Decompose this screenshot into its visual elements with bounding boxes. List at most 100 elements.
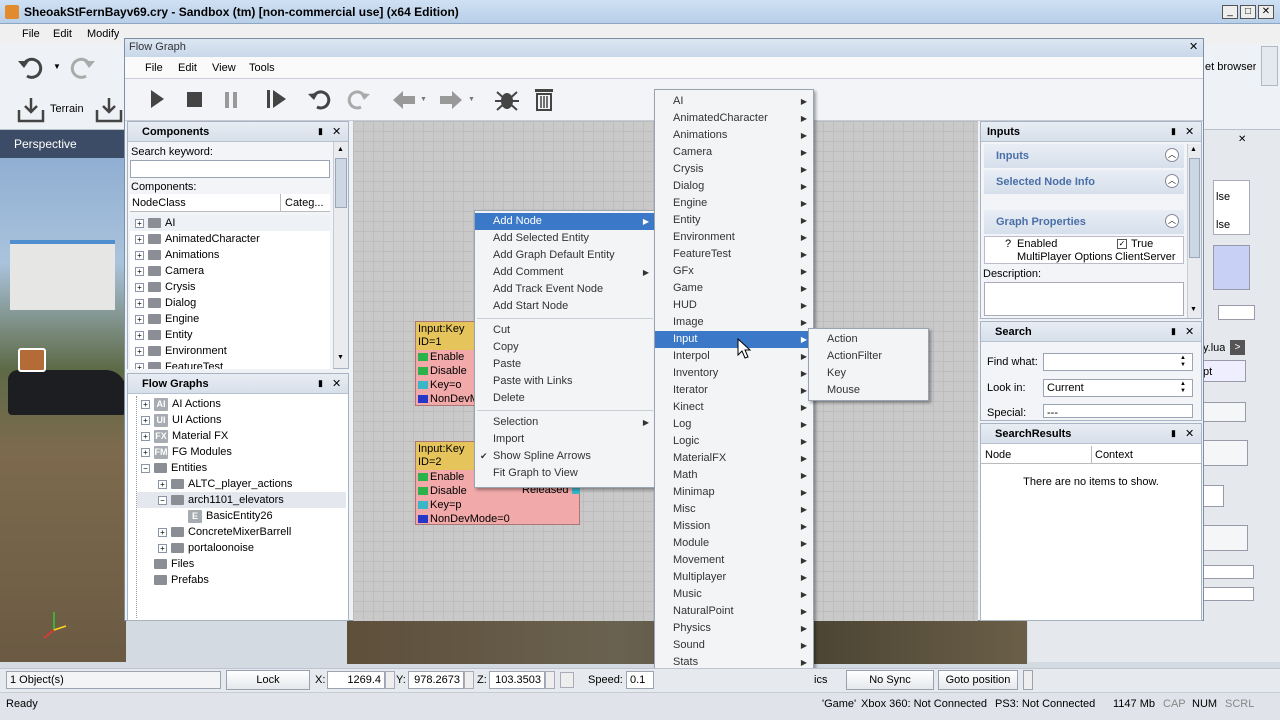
description-box[interactable] bbox=[984, 282, 1184, 316]
category-item[interactable]: Minimap ▶ bbox=[655, 484, 813, 501]
input-node-item[interactable]: Action bbox=[809, 331, 928, 348]
expand-icon[interactable]: + bbox=[135, 250, 144, 260]
expand-icon[interactable]: + bbox=[141, 399, 150, 409]
find-what-input[interactable] bbox=[1043, 353, 1193, 371]
find-dropdown-icon[interactable]: ▲ ▼ bbox=[1180, 355, 1186, 369]
fg-redo-icon[interactable] bbox=[344, 86, 372, 114]
stop-icon[interactable] bbox=[186, 91, 204, 109]
category-item[interactable]: Interpol ▶ bbox=[655, 348, 813, 365]
input-node-item[interactable]: Mouse bbox=[809, 382, 928, 399]
look-in-select[interactable]: Current bbox=[1043, 379, 1193, 397]
category-item[interactable]: NaturalPoint ▶ bbox=[655, 603, 813, 620]
section-selected-node-info[interactable]: Selected Node Info bbox=[984, 170, 1184, 194]
results-close-icon[interactable]: ✕ bbox=[1185, 427, 1194, 440]
inputs-close-icon[interactable]: ✕ bbox=[1185, 125, 1194, 138]
flow-graph-item[interactable]: + ALTC_player_actions bbox=[137, 476, 346, 492]
debug-icon[interactable] bbox=[493, 86, 521, 114]
context-column[interactable]: Context bbox=[1095, 449, 1133, 461]
context-menu-item[interactable]: Add Track Event Node bbox=[475, 281, 655, 298]
category-item[interactable]: AnimatedCharacter ▶ bbox=[655, 110, 813, 127]
results-pin-icon[interactable]: ▮ bbox=[1171, 428, 1176, 439]
fg-menu-view[interactable]: View bbox=[212, 62, 236, 74]
category-item[interactable]: Entity ▶ bbox=[655, 212, 813, 229]
expand-icon[interactable]: + bbox=[135, 330, 144, 340]
flow-graphs-pin-icon[interactable]: ▮ bbox=[318, 378, 323, 389]
flow-graph-item[interactable]: Prefabs bbox=[137, 572, 346, 588]
category-item[interactable]: Image ▶ bbox=[655, 314, 813, 331]
expand-icon[interactable]: + bbox=[135, 234, 144, 244]
expand-icon[interactable]: + bbox=[158, 543, 167, 553]
undo-icon[interactable] bbox=[15, 52, 47, 82]
fg-menu-file[interactable]: File bbox=[145, 62, 163, 74]
category-item[interactable]: Physics ▶ bbox=[655, 620, 813, 637]
scroll-down-icon[interactable]: ▼ bbox=[337, 354, 344, 361]
components-scrollbar[interactable]: ▲ ▼ bbox=[333, 142, 348, 368]
x-coordinate-input[interactable]: 1269.4 bbox=[327, 671, 385, 689]
context-menu-item[interactable]: Add Selected Entity bbox=[475, 230, 655, 247]
components-close-icon[interactable]: ✕ bbox=[332, 125, 341, 138]
forward-icon[interactable] bbox=[438, 89, 464, 111]
prop-multiplayer-value[interactable]: ClientServer bbox=[1115, 251, 1176, 263]
play-icon[interactable] bbox=[149, 89, 165, 109]
category-item[interactable]: FeatureTest ▶ bbox=[655, 246, 813, 263]
y-coordinate-input[interactable]: 978.2673 bbox=[408, 671, 464, 689]
port-key[interactable]: Key=p bbox=[416, 498, 579, 512]
component-item[interactable]: + Dialog bbox=[130, 295, 330, 311]
category-item[interactable]: Input ▶ bbox=[655, 331, 813, 348]
expand-icon[interactable]: + bbox=[135, 314, 144, 324]
extra-button[interactable] bbox=[1023, 670, 1033, 690]
goto-position-button[interactable]: Goto position bbox=[938, 670, 1018, 690]
category-item[interactable]: Sound ▶ bbox=[655, 637, 813, 654]
component-item[interactable]: + Environment bbox=[130, 343, 330, 359]
rollup-button-1[interactable]: pt bbox=[1200, 360, 1246, 382]
category-item[interactable]: Iterator ▶ bbox=[655, 382, 813, 399]
category-item[interactable]: Inventory ▶ bbox=[655, 365, 813, 382]
node-column[interactable]: Node bbox=[985, 449, 1011, 461]
menu-modify[interactable]: Modify bbox=[87, 28, 119, 40]
flow-graph-item[interactable]: − arch1101_elevators bbox=[137, 492, 346, 508]
perspective-viewport[interactable] bbox=[0, 130, 126, 662]
search-pin-icon[interactable]: ▮ bbox=[1171, 326, 1176, 337]
section-graph-properties[interactable]: Graph Properties bbox=[984, 210, 1184, 234]
expand-icon[interactable]: − bbox=[141, 463, 150, 473]
rollup-pin-icon[interactable]: ✕ bbox=[1238, 134, 1246, 145]
export-icon[interactable] bbox=[94, 96, 124, 124]
context-menu-item[interactable]: Import bbox=[475, 431, 655, 448]
context-menu-item[interactable]: Fit Graph to View bbox=[475, 465, 655, 482]
close-button[interactable]: ✕ bbox=[1258, 5, 1274, 19]
maximize-button[interactable]: □ bbox=[1240, 5, 1256, 19]
pause-icon[interactable] bbox=[223, 91, 241, 109]
flow-graph-item[interactable]: + FM FG Modules bbox=[137, 444, 346, 460]
undo-dropdown-icon[interactable]: ▼ bbox=[53, 62, 61, 71]
enabled-checkbox[interactable]: ✓ bbox=[1117, 239, 1127, 249]
flow-graph-item[interactable]: + portaloonoise bbox=[137, 540, 346, 556]
category-item[interactable]: GFx ▶ bbox=[655, 263, 813, 280]
collapse-icon[interactable]: ︿ bbox=[1165, 214, 1179, 228]
inputs-pin-icon[interactable]: ▮ bbox=[1171, 126, 1176, 137]
inputs-scroll-thumb[interactable] bbox=[1189, 158, 1200, 258]
flow-graph-item[interactable]: + AI AI Actions bbox=[137, 396, 346, 412]
component-item[interactable]: + Animations bbox=[130, 247, 330, 263]
category-item[interactable]: Module ▶ bbox=[655, 535, 813, 552]
category-item[interactable]: Environment ▶ bbox=[655, 229, 813, 246]
terrain-icon[interactable] bbox=[16, 96, 46, 124]
category-item[interactable]: HUD ▶ bbox=[655, 297, 813, 314]
context-menu-item[interactable]: Paste bbox=[475, 356, 655, 373]
back-dropdown-icon[interactable]: ▼ bbox=[420, 96, 427, 103]
port-nondevmode[interactable]: NonDevMode=0 bbox=[416, 512, 579, 526]
category-item[interactable]: Movement ▶ bbox=[655, 552, 813, 569]
scroll-up-icon[interactable]: ▲ bbox=[1190, 146, 1197, 153]
expand-icon[interactable]: + bbox=[158, 527, 167, 537]
expand-icon[interactable]: + bbox=[141, 447, 150, 457]
rollup-arrow-button[interactable]: > bbox=[1230, 340, 1245, 355]
lock-selection-button[interactable]: Lock Selection bbox=[226, 670, 310, 704]
special-select[interactable]: --- bbox=[1043, 404, 1193, 419]
flow-graphs-tree[interactable]: + AI AI Actions + UI UI Actions + FX Material FX… bbox=[136, 396, 346, 618]
physics-button[interactable]: ics bbox=[814, 674, 827, 686]
components-scroll-thumb[interactable] bbox=[335, 158, 347, 208]
scroll-up-icon[interactable]: ▲ bbox=[337, 146, 344, 153]
components-tree[interactable]: + AI + AnimatedCharacter + Animations + Camera +… bbox=[130, 215, 330, 369]
look-in-dropdown-icon[interactable]: ▲ ▼ bbox=[1180, 381, 1186, 395]
category-item[interactable]: Crysis ▶ bbox=[655, 161, 813, 178]
flow-graphs-close-icon[interactable]: ✕ bbox=[332, 377, 341, 390]
